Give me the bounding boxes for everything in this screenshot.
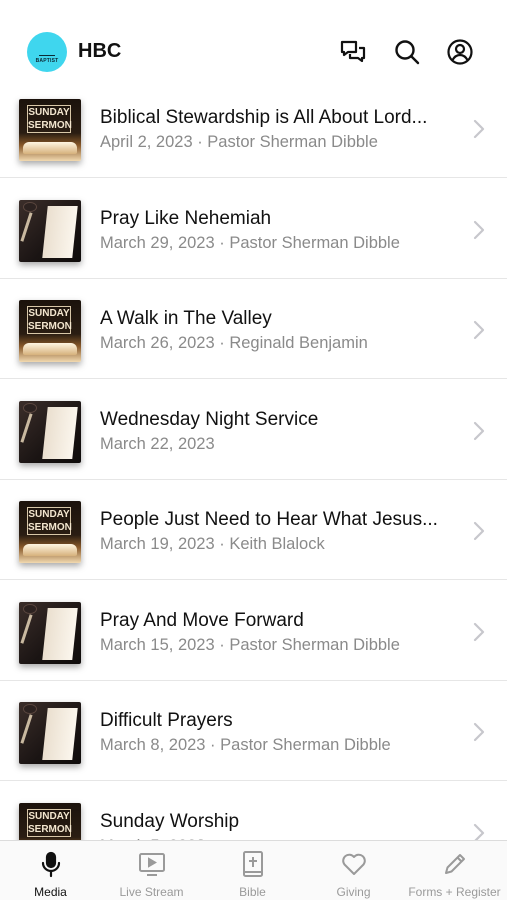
sermon-plate: SUNDAY SERMON xyxy=(27,808,72,837)
sermon-thumbnail: SUNDAY SERMON xyxy=(19,802,81,840)
chevron-right-icon xyxy=(472,319,486,341)
sermon-plate: SUNDAY SERMON xyxy=(27,306,72,334)
plate-line-1: SUNDAY xyxy=(28,308,70,319)
tv-play-icon xyxy=(138,850,166,878)
media-meta: April 2, 2023 · Pastor Sherman Dibble xyxy=(100,133,378,151)
bible-page-image xyxy=(42,607,78,660)
plate-line-2: SERMON xyxy=(28,120,72,131)
media-list-item[interactable]: SUNDAY SERMON People Just Need to Hear Wha… xyxy=(0,480,507,580)
tab-forms-register[interactable]: Forms + Register xyxy=(404,841,505,900)
pencil-icon xyxy=(441,850,469,878)
media-list-item[interactable]: SUNDAY SERMON Biblical Stewardship is All … xyxy=(0,78,507,178)
tab-label: Bible xyxy=(239,885,266,899)
plate-line-1: SUNDAY xyxy=(28,810,70,822)
coffee-cup-image xyxy=(23,704,37,714)
account-icon[interactable] xyxy=(446,38,474,66)
media-list-item[interactable]: Pray Like Nehemiah March 29, 2023 · Pasto… xyxy=(0,179,507,279)
app-title: HBC xyxy=(78,40,122,62)
desk-bible-thumbnail xyxy=(19,400,81,463)
media-meta: March 22, 2023 xyxy=(100,434,215,453)
plate-line-1: SUNDAY xyxy=(28,107,70,118)
bible-page-image xyxy=(42,205,78,258)
tab-live-stream[interactable]: Live Stream xyxy=(101,841,202,900)
media-title: Sunday Worship xyxy=(100,810,240,832)
chat-icon[interactable] xyxy=(339,38,367,66)
media-title: Wednesday Night Service xyxy=(100,408,319,430)
coffee-cup-image xyxy=(23,402,37,413)
chevron-right-icon xyxy=(472,822,486,840)
bible-icon xyxy=(239,850,267,878)
pen-image xyxy=(20,613,33,644)
open-book-image xyxy=(23,343,77,355)
tab-giving[interactable]: Giving xyxy=(303,841,404,900)
logo-roof-mark xyxy=(39,46,55,56)
chevron-right-icon xyxy=(472,621,486,643)
media-meta: March 26, 2023 · Reginald Benjamin xyxy=(100,334,368,352)
plate-line-2: SERMON xyxy=(28,321,72,332)
open-book-image xyxy=(23,142,77,154)
media-meta: March 19, 2023 · Keith Blalock xyxy=(100,535,325,553)
plate-line-2: SERMON xyxy=(28,823,72,835)
sermon-thumbnail: SUNDAY SERMON xyxy=(19,99,81,161)
pen-image xyxy=(20,714,33,744)
chevron-right-icon xyxy=(472,219,486,241)
heart-icon xyxy=(340,850,368,878)
media-title: A Walk in The Valley xyxy=(100,308,272,329)
desk-bible-thumbnail xyxy=(19,601,81,664)
coffee-cup-image xyxy=(23,603,37,614)
media-list-item[interactable]: Pray And Move Forward March 15, 2023 · Pa… xyxy=(0,581,507,681)
media-meta: March 29, 2023 · Pastor Sherman Dibble xyxy=(100,233,400,252)
bible-page-image xyxy=(42,708,78,760)
church-logo[interactable]: BAPTIST xyxy=(27,32,67,72)
desk-bible-thumbnail xyxy=(19,199,81,262)
tab-label: Media xyxy=(34,885,67,899)
tab-label: Giving xyxy=(336,885,371,899)
media-list-item[interactable]: Wednesday Night Service March 22, 2023 xyxy=(0,380,507,480)
open-book-image xyxy=(23,544,77,556)
bible-page-image xyxy=(42,406,78,459)
media-list-item[interactable]: Difficult Prayers March 8, 2023 · Pastor … xyxy=(0,681,507,781)
sermon-thumbnail: SUNDAY SERMON xyxy=(19,501,81,563)
desk-bible-thumbnail xyxy=(19,702,81,764)
media-title: Difficult Prayers xyxy=(100,710,233,731)
sermon-plate: SUNDAY SERMON xyxy=(27,507,72,535)
chevron-right-icon xyxy=(472,520,486,542)
media-list[interactable]: SUNDAY SERMON Biblical Stewardship is All … xyxy=(0,78,507,840)
media-title: Pray And Move Forward xyxy=(100,609,304,631)
media-meta: March 15, 2023 · Pastor Sherman Dibble xyxy=(100,635,400,654)
media-title: Pray Like Nehemiah xyxy=(100,207,272,229)
media-list-item[interactable]: SUNDAYSERMONSunday WorshipMarch 5, 2023 xyxy=(0,782,507,840)
media-title: Biblical Stewardship is All About Lord..… xyxy=(100,107,428,128)
tab-label: Forms + Register xyxy=(408,885,501,899)
bottom-tab-bar: Media Live Stream Bible Giving Forms + R… xyxy=(0,840,507,900)
sermon-thumbnail: SUNDAY SERMON xyxy=(19,300,81,362)
media-title: People Just Need to Hear What Jesus... xyxy=(100,509,438,530)
tab-bible[interactable]: Bible xyxy=(202,841,303,900)
tab-media[interactable]: Media xyxy=(0,841,101,900)
search-icon[interactable] xyxy=(393,38,421,66)
plate-line-1: SUNDAY xyxy=(28,509,70,520)
pen-image xyxy=(20,211,33,242)
tab-label: Live Stream xyxy=(119,885,184,899)
chevron-right-icon xyxy=(472,420,486,442)
media-meta: March 8, 2023 · Pastor Sherman Dibble xyxy=(100,736,391,754)
pen-image xyxy=(20,412,33,443)
coffee-cup-image xyxy=(23,201,37,212)
chevron-right-icon xyxy=(472,118,486,140)
sermon-plate: SUNDAY SERMON xyxy=(27,105,72,133)
logo-text: BAPTIST xyxy=(35,58,59,64)
chevron-right-icon xyxy=(472,721,486,743)
media-list-item[interactable]: SUNDAY SERMON A Walk in The Valley March 26… xyxy=(0,279,507,379)
plate-line-2: SERMON xyxy=(28,522,72,533)
microphone-icon xyxy=(37,850,65,878)
